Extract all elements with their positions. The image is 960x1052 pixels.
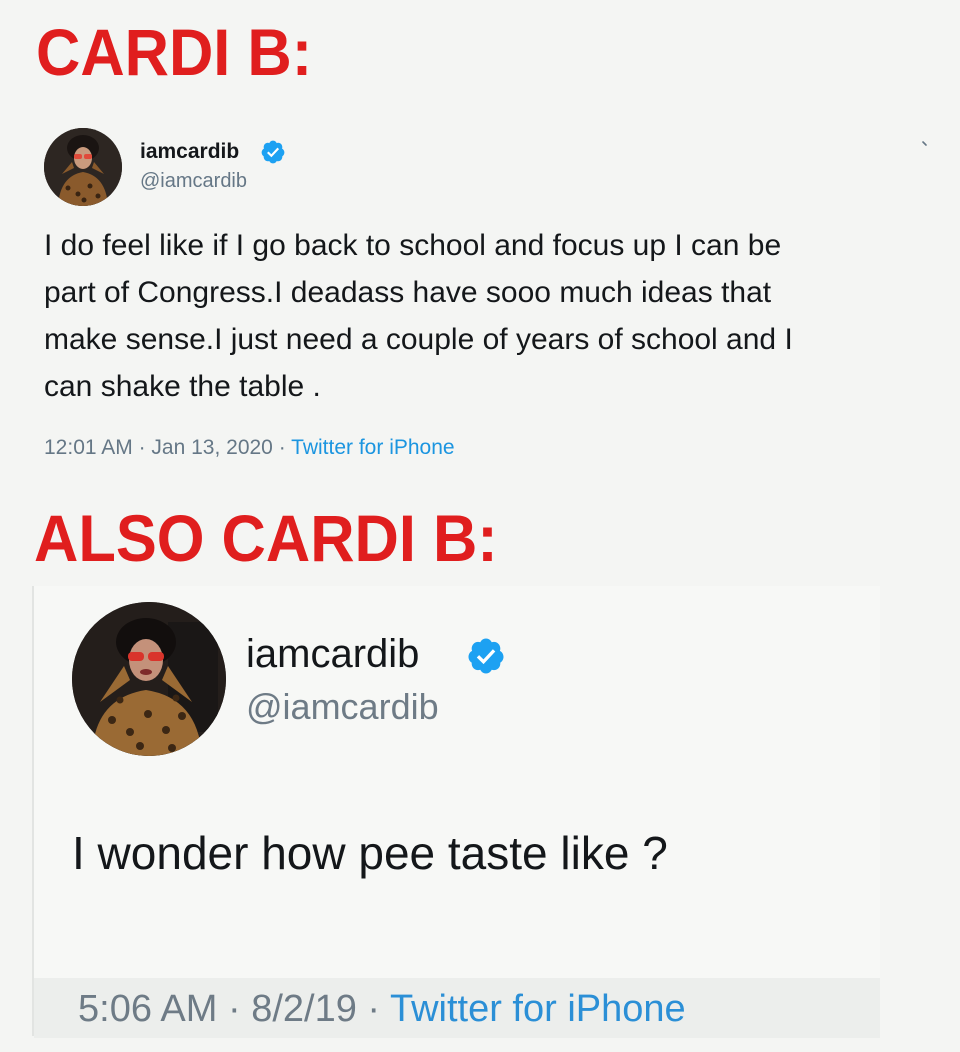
avatar[interactable] bbox=[72, 602, 226, 756]
tweet-meta: 12:01 AM · Jan 13, 2020 · Twitter for iP… bbox=[44, 436, 455, 460]
tweet-date[interactable]: Jan 13, 2020 bbox=[151, 436, 272, 459]
meta-separator: · bbox=[138, 436, 146, 459]
avatar-photo-icon bbox=[44, 128, 122, 206]
tweet-time[interactable]: 12:01 AM bbox=[44, 436, 133, 459]
caption-middle: ALSO CARDI B: bbox=[34, 501, 498, 575]
tweet-text: I do feel like if I go back to school an… bbox=[44, 229, 793, 403]
user-handle[interactable]: @iamcardib bbox=[140, 170, 247, 193]
tweet-source-link[interactable]: Twitter for iPhone bbox=[291, 436, 454, 459]
display-name[interactable]: iamcardib bbox=[246, 632, 419, 677]
avatar-photo-icon bbox=[72, 602, 226, 756]
verified-badge-icon bbox=[260, 139, 286, 165]
meta-separator: · bbox=[367, 988, 381, 1030]
user-handle[interactable]: @iamcardib bbox=[246, 686, 439, 728]
tweet-card-2: iamcardib @iamcardib I wonder how pee ta… bbox=[32, 586, 880, 1038]
tweet-text: I wonder how pee taste like ? bbox=[72, 827, 668, 879]
caption-top: CARDI B: bbox=[36, 15, 313, 89]
tweet-time[interactable]: 5:06 AM bbox=[78, 988, 217, 1030]
tweet-source-link[interactable]: Twitter for iPhone bbox=[390, 988, 686, 1030]
tweet-meta: 5:06 AM · 8/2/19 · Twitter for iPhone bbox=[78, 988, 686, 1031]
avatar[interactable] bbox=[44, 128, 122, 206]
display-name[interactable]: iamcardib bbox=[140, 140, 239, 164]
tweet-meta-bar: 5:06 AM · 8/2/19 · Twitter for iPhone bbox=[34, 978, 880, 1038]
chevron-down-icon[interactable] bbox=[921, 138, 931, 148]
meta-separator: · bbox=[278, 436, 286, 459]
tweet-card-1: iamcardib @iamcardib I do feel like if I… bbox=[0, 118, 960, 490]
meta-separator: · bbox=[227, 988, 241, 1030]
tweet-date[interactable]: 8/2/19 bbox=[251, 988, 357, 1030]
verified-badge-icon bbox=[466, 636, 506, 676]
